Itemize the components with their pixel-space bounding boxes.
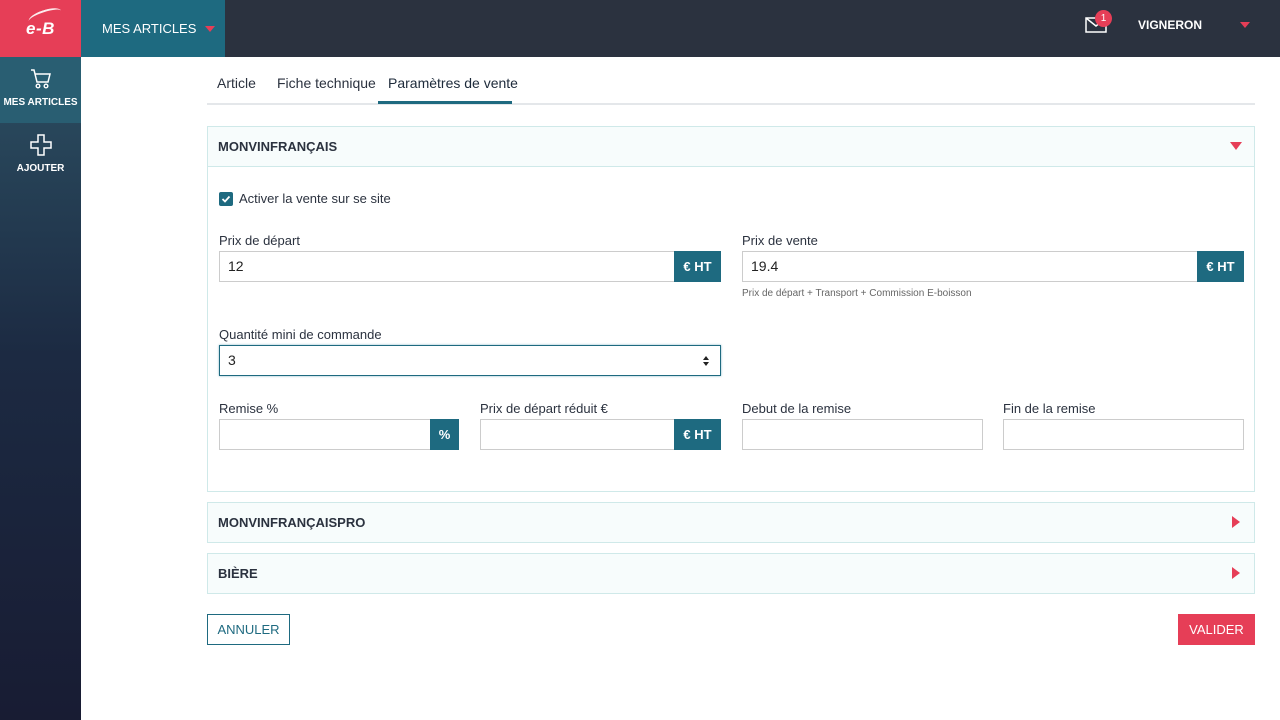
prix-depart-input[interactable]: 12	[219, 251, 675, 282]
section-header[interactable]: MONVINFRANÇAISPRO	[208, 503, 1254, 542]
collapse-arrow-icon[interactable]	[1230, 142, 1242, 150]
sidebar-item-label: AJOUTER	[16, 163, 65, 174]
top-bar: e-B MES ARTICLES 1 VIGNERON	[0, 0, 1280, 57]
debut-remise-input[interactable]	[742, 419, 983, 450]
activate-sale-checkbox[interactable]	[219, 191, 233, 206]
section-biere: BIÈRE	[207, 553, 1255, 594]
submit-button[interactable]: VALIDER	[1178, 614, 1255, 645]
section-monvinfrancais: MONVINFRANÇAIS Activer la vente sur se s…	[207, 126, 1255, 492]
sidebar-item-mes-articles[interactable]: MES ARTICLES	[0, 57, 81, 123]
user-label: VIGNERON	[1138, 18, 1203, 32]
check-icon	[221, 195, 231, 203]
sidebar-item-label: MES ARTICLES	[3, 97, 78, 108]
section-title: BIÈRE	[218, 566, 258, 581]
section-header[interactable]: MONVINFRANÇAIS	[208, 127, 1254, 166]
section-body: Activer la vente sur se site Prix de dép…	[208, 166, 1254, 491]
activate-sale-row: Activer la vente sur se site	[219, 191, 391, 206]
activate-sale-label: Activer la vente sur se site	[239, 191, 391, 206]
expand-arrow-icon[interactable]	[1232, 567, 1240, 579]
quantite-label: Quantité mini de commande	[219, 327, 382, 342]
quantite-select[interactable]: 3	[219, 345, 721, 376]
tab-fiche-technique[interactable]: Fiche technique	[277, 75, 376, 91]
remise-unit: %	[430, 419, 459, 450]
select-arrows-icon	[703, 356, 709, 366]
prix-vente-hint: Prix de départ + Transport + Commission …	[742, 288, 972, 299]
active-tab-indicator	[378, 101, 512, 104]
remise-input[interactable]	[219, 419, 431, 450]
section-title: MONVINFRANÇAIS	[218, 139, 338, 154]
logo[interactable]: e-B	[0, 0, 81, 57]
mes-articles-menu-button[interactable]: MES ARTICLES	[81, 0, 225, 57]
sidebar-item-ajouter[interactable]: AJOUTER	[0, 123, 81, 189]
tab-parametres-de-vente[interactable]: Paramètres de vente	[388, 75, 518, 91]
user-menu[interactable]: VIGNERON	[1138, 0, 1202, 50]
menu-label: MES ARTICLES	[102, 21, 197, 36]
tab-article[interactable]: Article	[217, 75, 256, 91]
notification-badge: 1	[1095, 10, 1112, 27]
user-chevron-down-icon[interactable]	[1240, 22, 1250, 28]
section-monvinfrancaispro: MONVINFRANÇAISPRO	[207, 502, 1255, 543]
plus-icon	[29, 134, 52, 156]
prix-depart-label: Prix de départ	[219, 233, 300, 248]
fin-remise-input[interactable]	[1003, 419, 1244, 450]
chevron-down-icon	[205, 25, 216, 32]
cart-icon	[30, 69, 51, 89]
main-content: Article Fiche technique Paramètres de ve…	[81, 57, 1280, 720]
prix-depart-unit: € HT	[674, 251, 721, 282]
fin-remise-label: Fin de la remise	[1003, 401, 1096, 416]
prix-reduit-input[interactable]	[480, 419, 675, 450]
expand-arrow-icon[interactable]	[1232, 516, 1240, 528]
prix-vente-label: Prix de vente	[742, 233, 818, 248]
section-header[interactable]: BIÈRE	[208, 554, 1254, 593]
sidebar: MES ARTICLES AJOUTER	[0, 57, 81, 720]
quantite-value: 3	[228, 352, 236, 368]
prix-reduit-unit: € HT	[674, 419, 721, 450]
prix-vente-input[interactable]: 19.4	[742, 251, 1198, 282]
debut-remise-label: Debut de la remise	[742, 401, 852, 416]
section-title: MONVINFRANÇAISPRO	[218, 515, 366, 530]
tabs: Article Fiche technique Paramètres de ve…	[207, 57, 1255, 105]
prix-reduit-label: Prix de départ réduit €	[480, 401, 608, 416]
prix-vente-unit: € HT	[1197, 251, 1244, 282]
remise-label: Remise %	[219, 401, 279, 416]
cancel-button[interactable]: ANNULER	[207, 614, 290, 645]
